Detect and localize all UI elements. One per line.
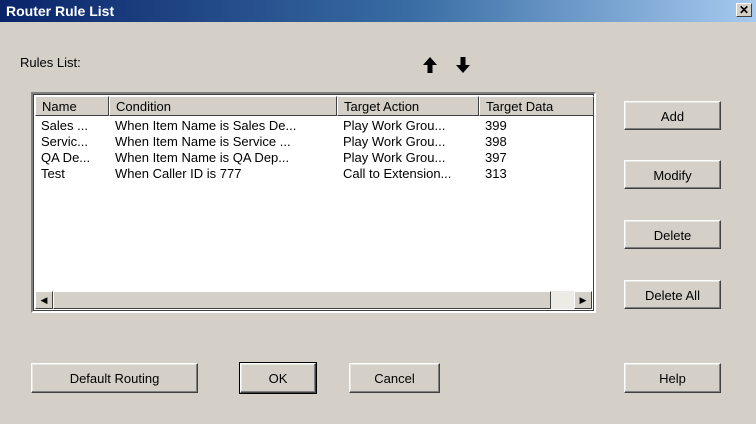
column-header-condition[interactable]: Condition (109, 96, 337, 116)
cell-target-data: 313 (485, 166, 507, 181)
triangle-left-icon: ◀ (40, 295, 48, 305)
list-header: Name Condition Target Action Target Data (35, 96, 594, 116)
help-button[interactable]: Help (624, 363, 721, 393)
modify-button[interactable]: Modify (624, 160, 721, 189)
default-routing-button[interactable]: Default Routing (31, 363, 198, 393)
cancel-button[interactable]: Cancel (349, 363, 440, 393)
horizontal-scrollbar[interactable]: ◀ ▶ (35, 291, 592, 309)
cell-name: Servic... (41, 134, 88, 149)
cell-target-action: Play Work Grou... (343, 150, 446, 165)
window-title: Router Rule List (6, 3, 115, 19)
cell-name: Sales ... (41, 118, 88, 133)
delete-all-button[interactable]: Delete All (624, 280, 721, 309)
cell-condition: When Caller ID is 777 (115, 166, 242, 181)
rules-list-view[interactable]: Name Condition Target Action Target Data… (31, 92, 596, 313)
cell-condition: When Item Name is Sales De... (115, 118, 297, 133)
table-row[interactable]: QA De... When Item Name is QA Dep... Pla… (35, 150, 594, 166)
table-row[interactable]: Servic... When Item Name is Service ... … (35, 134, 594, 150)
cell-condition: When Item Name is Service ... (115, 134, 291, 149)
cell-target-data: 397 (485, 150, 507, 165)
close-icon: ✕ (738, 3, 750, 17)
cell-target-action: Play Work Grou... (343, 134, 446, 149)
cell-condition: When Item Name is QA Dep... (115, 150, 290, 165)
cell-target-data: 398 (485, 134, 507, 149)
column-header-name[interactable]: Name (35, 96, 109, 116)
triangle-right-icon: ▶ (579, 295, 587, 305)
cell-name: QA De... (41, 150, 91, 165)
arrow-up-icon[interactable] (422, 56, 438, 74)
table-row[interactable]: Test When Caller ID is 777 Call to Exten… (35, 166, 594, 182)
rules-list-label: Rules List: (20, 55, 81, 70)
title-bar: Router Rule List ✕ (0, 0, 756, 22)
cell-target-action: Call to Extension... (343, 166, 452, 181)
scrollbar-thumb[interactable] (53, 291, 551, 309)
delete-button[interactable]: Delete (624, 220, 721, 249)
cell-target-data: 399 (485, 118, 507, 133)
cell-target-action: Play Work Grou... (343, 118, 446, 133)
close-button[interactable]: ✕ (736, 3, 752, 17)
add-button[interactable]: Add (624, 101, 721, 130)
ok-button[interactable]: OK (239, 362, 317, 394)
cell-name: Test (41, 166, 65, 181)
arrow-down-icon[interactable] (455, 56, 471, 74)
scroll-left-button[interactable]: ◀ (35, 291, 53, 309)
column-header-target-action[interactable]: Target Action (337, 96, 479, 116)
list-rows: Sales ... When Item Name is Sales De... … (35, 118, 594, 182)
column-header-target-data[interactable]: Target Data (479, 96, 594, 116)
table-row[interactable]: Sales ... When Item Name is Sales De... … (35, 118, 594, 134)
scroll-right-button[interactable]: ▶ (574, 291, 592, 309)
